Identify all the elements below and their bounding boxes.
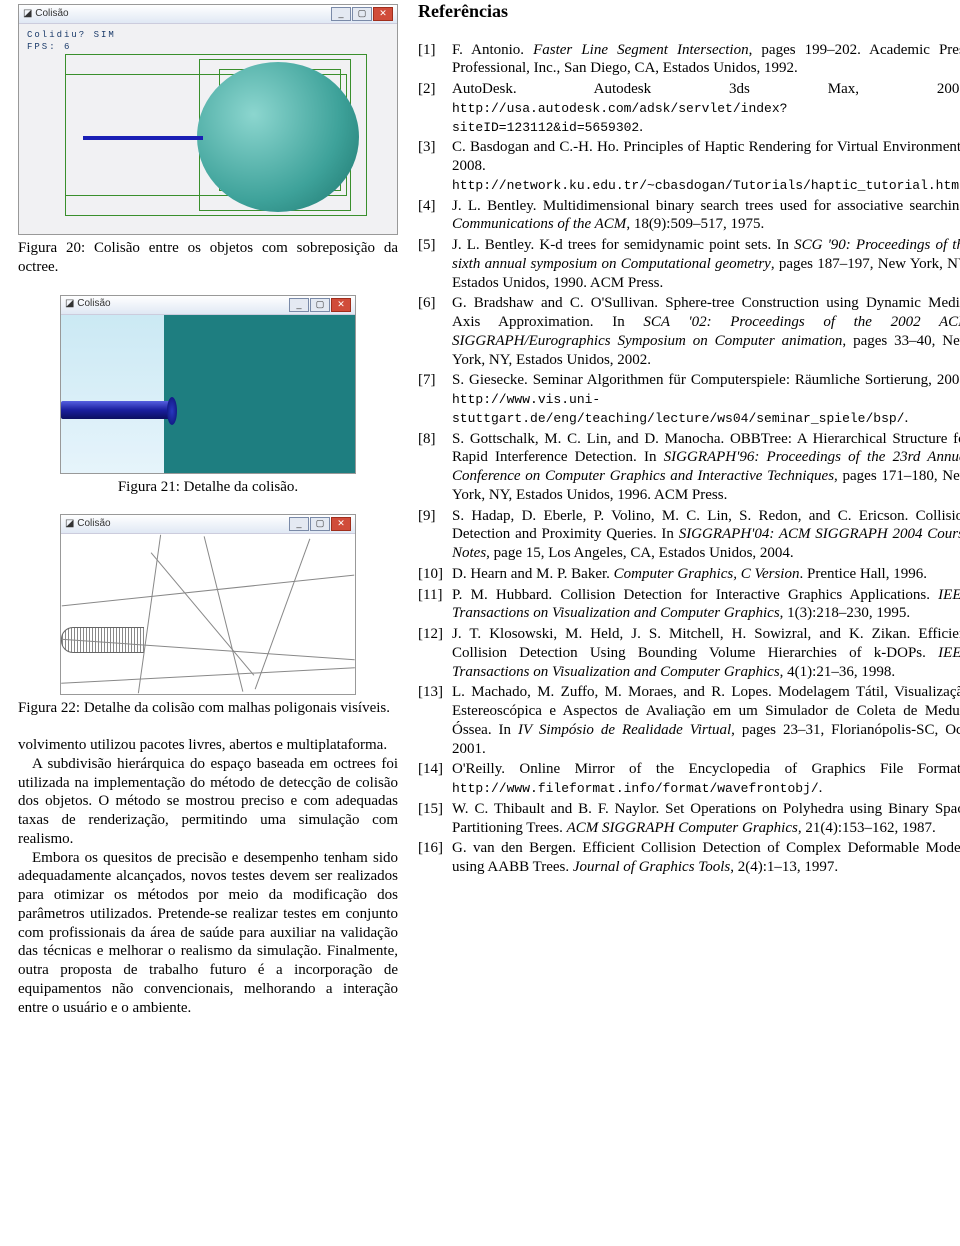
references-heading: Referências	[418, 0, 960, 23]
reference-item: [12]J. T. Klosowski, M. Held, J. S. Mitc…	[418, 625, 960, 681]
figure-21: ◪ Colisão _ ▢ ✕	[60, 295, 356, 474]
figure-canvas	[61, 534, 355, 694]
maximize-icon: ▢	[310, 298, 330, 312]
references-list: [1]F. Antonio. Faster Line Segment Inter…	[418, 41, 960, 877]
maximize-icon: ▢	[352, 7, 372, 21]
reference-number: [2]	[418, 80, 452, 136]
reference-text: G. van den Bergen. Efficient Collision D…	[452, 839, 960, 877]
maximize-icon: ▢	[310, 517, 330, 531]
reference-number: [1]	[418, 41, 452, 79]
window-titlebar: ◪ Colisão _ ▢ ✕	[61, 296, 355, 315]
figure-22: ◪ Colisão _ ▢ ✕	[60, 514, 356, 695]
figure-20: ◪ Colisão _ ▢ ✕ Colidiu? SIM FPS: 6	[18, 4, 398, 235]
close-icon: ✕	[373, 7, 393, 21]
reference-text: G. Bradshaw and C. O'Sullivan. Sphere-tr…	[452, 294, 960, 369]
reference-text: J. L. Bentley. Multidimensional binary s…	[452, 197, 960, 235]
reference-item: [3]C. Basdogan and C.-H. Ho. Principles …	[418, 138, 960, 194]
figure-canvas: Colidiu? SIM FPS: 6	[19, 24, 397, 234]
reference-text: J. L. Bentley. K-d trees for semidynamic…	[452, 236, 960, 292]
conclusion-p2: A subdivisão hierárquica do espaço basea…	[18, 755, 398, 849]
reference-item: [9]S. Hadap, D. Eberle, P. Volino, M. C.…	[418, 507, 960, 563]
reference-item: [10]D. Hearn and M. P. Baker. Computer G…	[418, 565, 960, 584]
reference-text: AutoDesk. Autodesk 3ds Max, 2008. http:/…	[452, 80, 960, 136]
conclusion-text: volvimento utilizou pacotes livres, aber…	[18, 736, 398, 1017]
window-buttons: _ ▢ ✕	[331, 7, 393, 21]
figure-canvas	[61, 315, 355, 473]
reference-item: [7]S. Giesecke. Seminar Algorithmen für …	[418, 371, 960, 427]
reference-number: [15]	[418, 800, 452, 838]
reference-text: S. Gottschalk, M. C. Lin, and D. Manocha…	[452, 430, 960, 505]
reference-number: [8]	[418, 430, 452, 505]
reference-text: J. T. Klosowski, M. Held, J. S. Mitchell…	[452, 625, 960, 681]
reference-text: L. Machado, M. Zuffo, M. Moraes, and R. …	[452, 683, 960, 758]
close-icon: ✕	[331, 517, 351, 531]
reference-number: [5]	[418, 236, 452, 292]
reference-item: [14]O'Reilly. Online Mirror of the Encyc…	[418, 760, 960, 798]
reference-number: [3]	[418, 138, 452, 194]
reference-text: O'Reilly. Online Mirror of the Encyclope…	[452, 760, 960, 798]
left-column: ◪ Colisão _ ▢ ✕ Colidiu? SIM FPS: 6	[8, 0, 408, 1017]
window-title: Colisão	[77, 518, 110, 531]
window-titlebar: ◪ Colisão _ ▢ ✕	[61, 515, 355, 534]
app-icon: ◪	[65, 298, 74, 311]
fps-readout: FPS: 6	[27, 42, 71, 53]
right-column: Referências [1]F. Antonio. Faster Line S…	[408, 0, 960, 1017]
app-icon: ◪	[23, 8, 32, 21]
figure-21-caption: Figura 21: Detalhe da colisão.	[18, 478, 398, 497]
reference-number: [13]	[418, 683, 452, 758]
reference-text: W. C. Thibault and B. F. Naylor. Set Ope…	[452, 800, 960, 838]
window-buttons: _ ▢ ✕	[289, 298, 351, 312]
reference-item: [16]G. van den Bergen. Efficient Collisi…	[418, 839, 960, 877]
conclusion-p1: volvimento utilizou pacotes livres, aber…	[18, 736, 398, 755]
reference-item: [11]P. M. Hubbard. Collision Detection f…	[418, 586, 960, 624]
conclusion-p3: Embora os quesitos de precisão e desempe…	[18, 849, 398, 1018]
reference-item: [8]S. Gottschalk, M. C. Lin, and D. Mano…	[418, 430, 960, 505]
reference-item: [4]J. L. Bentley. Multidimensional binar…	[418, 197, 960, 235]
reference-text: F. Antonio. Faster Line Segment Intersec…	[452, 41, 960, 79]
reference-number: [4]	[418, 197, 452, 235]
reference-text: S. Giesecke. Seminar Algorithmen für Com…	[452, 371, 960, 427]
collision-status: Colidiu? SIM	[27, 30, 116, 41]
reference-text: P. M. Hubbard. Collision Detection for I…	[452, 586, 960, 624]
figure-20-caption: Figura 20: Colisão entre os objetos com …	[18, 239, 398, 277]
minimize-icon: _	[289, 517, 309, 531]
window-title: Colisão	[77, 298, 110, 311]
reference-number: [10]	[418, 565, 452, 584]
reference-item: [5]J. L. Bentley. K-d trees for semidyna…	[418, 236, 960, 292]
window-buttons: _ ▢ ✕	[289, 517, 351, 531]
window-titlebar: ◪ Colisão _ ▢ ✕	[19, 5, 397, 24]
reference-item: [15]W. C. Thibault and B. F. Naylor. Set…	[418, 800, 960, 838]
reference-text: D. Hearn and M. P. Baker. Computer Graph…	[452, 565, 960, 584]
caption-text: Figura 22: Detalhe da colisão com malhas…	[18, 700, 390, 716]
reference-number: [12]	[418, 625, 452, 681]
app-icon: ◪	[65, 518, 74, 531]
reference-number: [9]	[418, 507, 452, 563]
reference-number: [11]	[418, 586, 452, 624]
page: ◪ Colisão _ ▢ ✕ Colidiu? SIM FPS: 6	[0, 0, 960, 1033]
reference-item: [13]L. Machado, M. Zuffo, M. Moraes, and…	[418, 683, 960, 758]
minimize-icon: _	[289, 298, 309, 312]
reference-number: [16]	[418, 839, 452, 877]
window-title: Colisão	[35, 8, 68, 21]
figure-22-caption: Figura 22: Detalhe da colisão com malhas…	[18, 699, 398, 718]
reference-number: [7]	[418, 371, 452, 427]
minimize-icon: _	[331, 7, 351, 21]
reference-number: [6]	[418, 294, 452, 369]
reference-number: [14]	[418, 760, 452, 798]
reference-item: [1]F. Antonio. Faster Line Segment Inter…	[418, 41, 960, 79]
close-icon: ✕	[331, 298, 351, 312]
reference-item: [6]G. Bradshaw and C. O'Sullivan. Sphere…	[418, 294, 960, 369]
reference-text: C. Basdogan and C.-H. Ho. Principles of …	[452, 138, 960, 194]
caption-text: Figura 20: Colisão entre os objetos com …	[18, 240, 398, 275]
reference-item: [2]AutoDesk. Autodesk 3ds Max, 2008. htt…	[418, 80, 960, 136]
reference-text: S. Hadap, D. Eberle, P. Volino, M. C. Li…	[452, 507, 960, 563]
